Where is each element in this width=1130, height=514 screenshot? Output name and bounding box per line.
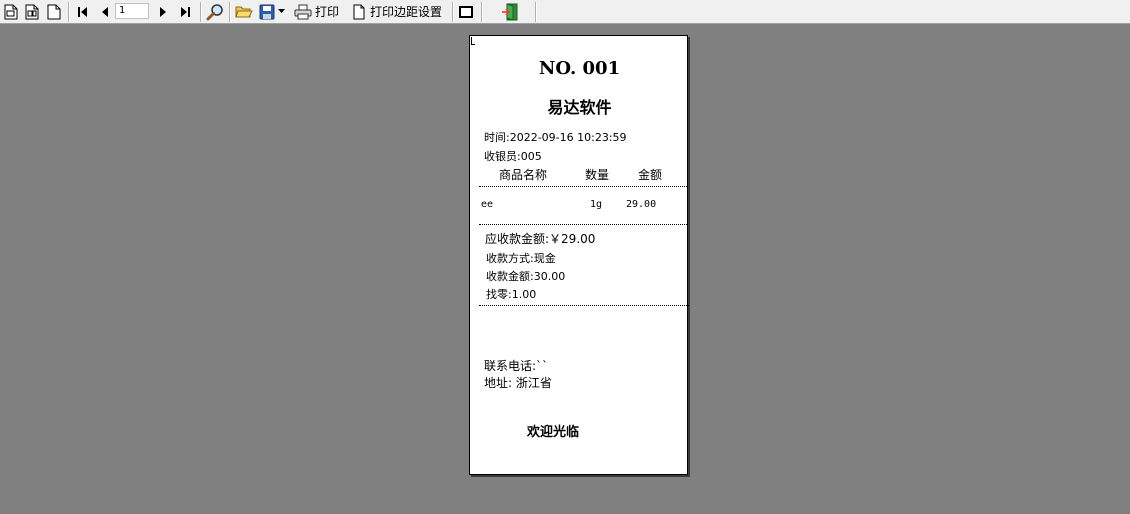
save-icon: [259, 4, 275, 19]
printer-icon: [294, 4, 312, 19]
prev-page-button[interactable]: [97, 2, 113, 21]
divider-1: [479, 186, 687, 187]
item-amount: 29.00: [626, 199, 657, 210]
exit-button[interactable]: [499, 2, 521, 21]
receipt-page: NO. 001 易达软件 时间:2022-09-16 10:23:59 收银员:…: [469, 35, 689, 475]
page-view-button-3[interactable]: [45, 2, 62, 21]
next-page-button[interactable]: [155, 2, 171, 21]
frame-icon: [459, 5, 473, 18]
item-qty: 1g: [590, 199, 603, 210]
margin-settings-label: 打印边距设置: [370, 5, 443, 19]
nav-next-icon: [160, 6, 166, 17]
company-name: 易达软件: [547, 98, 612, 117]
print-label: 打印: [315, 5, 340, 19]
exit-icon: [502, 2, 518, 21]
header-name: 商品名称: [499, 168, 548, 182]
page-view-button-2[interactable]: [23, 2, 40, 21]
address: 地址: 浙江省: [484, 376, 552, 390]
open-button[interactable]: [234, 2, 254, 21]
last-page-button[interactable]: [177, 2, 193, 21]
page-corner-mark: [471, 37, 475, 45]
open-folder-icon: [235, 6, 253, 18]
item-name: ee: [481, 199, 494, 210]
receipt-time: 时间:2022-09-16 10:23:59: [484, 131, 627, 144]
divider-3: [479, 305, 689, 306]
frame-button[interactable]: [457, 2, 475, 21]
page-icon: [353, 4, 365, 19]
single-page-icon: [4, 4, 17, 19]
change-given: 找零:1.00: [486, 288, 537, 301]
footer-message: 欢迎光临: [527, 425, 580, 440]
save-button[interactable]: [258, 2, 276, 21]
divider-2: [479, 224, 687, 225]
receipt-cashier: 收银员:005: [484, 150, 542, 163]
amount-paid: 收款金额:30.00: [486, 270, 566, 283]
dropdown-arrow-icon: [278, 9, 285, 13]
nav-first-icon: [78, 6, 87, 17]
page-view-button-1[interactable]: [2, 2, 19, 21]
nav-last-icon: [181, 6, 190, 17]
save-dropdown[interactable]: [277, 2, 286, 21]
nav-prev-icon: [102, 6, 108, 17]
payment-method: 收款方式:现金: [486, 252, 556, 265]
amount-due: 应收款金额:￥29.00: [485, 232, 596, 246]
contact-phone: 联系电话:``: [484, 359, 549, 373]
receipt-number: NO. 001: [538, 58, 621, 79]
header-qty: 数量: [585, 168, 610, 182]
double-page-icon: [25, 4, 38, 19]
toolbar: 1 打印 打印边距设置: [0, 0, 1130, 24]
header-amount: 金额: [638, 168, 663, 182]
first-page-button[interactable]: [75, 2, 91, 21]
blank-page-icon: [47, 4, 60, 19]
margin-settings-button[interactable]: 打印边距设置: [352, 2, 448, 21]
print-button[interactable]: 打印: [294, 2, 344, 21]
zoom-button[interactable]: [205, 2, 225, 21]
zoom-icon: [206, 3, 223, 20]
page-number-input[interactable]: 1: [115, 3, 149, 19]
